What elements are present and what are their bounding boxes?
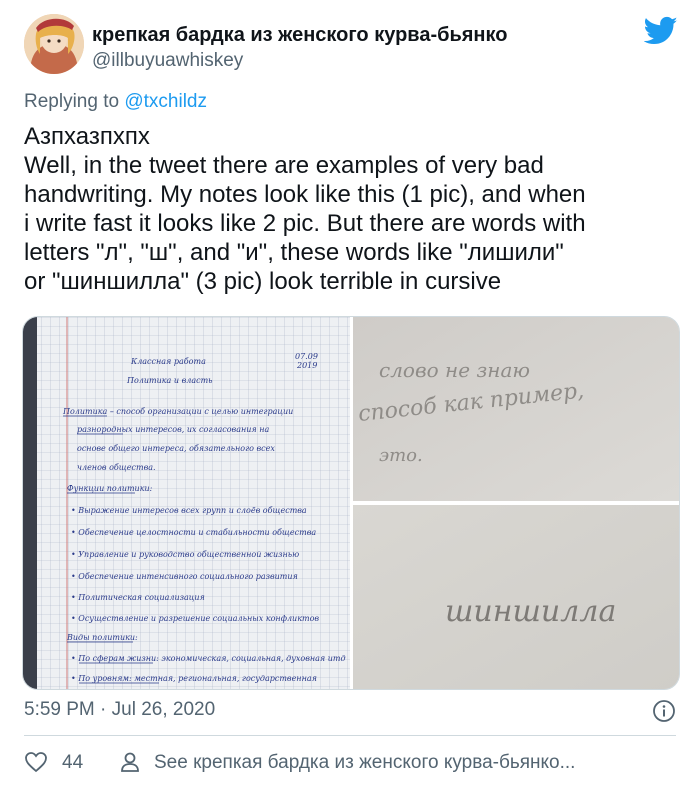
- tweet-text: Азпхазпхпх Well, in the tweet there are …: [24, 122, 684, 296]
- note-line: • По сферам жизни: экономическая, социал…: [71, 654, 346, 663]
- avatar-illustration: [24, 14, 84, 74]
- tweet-header: крепкая бардка из женского курва-бьянко …: [24, 12, 684, 80]
- info-icon[interactable]: [652, 699, 676, 723]
- page-title: Классная работа: [130, 357, 206, 366]
- avatar[interactable]: [24, 14, 84, 74]
- notebook-photo-1[interactable]: 07.09 2019 Классная работа Политика и вл…: [23, 317, 350, 689]
- cursive-paper: слово не знаю способ как пример, это.: [353, 317, 679, 501]
- note-line: • Осуществление и разрешение социальных …: [71, 614, 319, 623]
- see-more-link[interactable]: See крепкая бардка из женского курва-бья…: [154, 752, 575, 774]
- note-line: • Обеспечение интенсивного социального р…: [71, 572, 298, 581]
- note-line: • Управление и руководство общественной …: [71, 550, 299, 559]
- like-count[interactable]: 44: [62, 752, 83, 774]
- divider: [24, 735, 676, 736]
- user-handle[interactable]: @illbuyuawhiskey: [92, 50, 243, 72]
- person-icon[interactable]: [119, 751, 141, 773]
- cursive-line: слово не знаю: [379, 358, 530, 382]
- page-date: 07.09: [295, 352, 318, 361]
- note-line: Функции политики:: [67, 484, 153, 493]
- handwriting-photo-3[interactable]: шиншилла: [353, 505, 679, 689]
- cursive-line: это.: [379, 445, 423, 466]
- note-line: основе общего интереса, обязательного вс…: [77, 444, 275, 453]
- note-line: • Выражение интересов всех групп и слоёв…: [71, 506, 307, 515]
- page-subtitle: Политика и власть: [126, 376, 213, 385]
- display-name[interactable]: крепкая бардка из женского курва-бьянко: [92, 24, 507, 47]
- tweet-line: handwriting. My notes look like this (1 …: [24, 181, 586, 208]
- tweet-footer: 44 See крепкая бардка из женского курва-…: [24, 750, 676, 776]
- page-year: 2019: [296, 361, 317, 370]
- note-line: разнородных интересов, их согласования н…: [77, 425, 269, 434]
- note-line: Виды политики:: [66, 633, 138, 642]
- twitter-bird-icon[interactable]: [644, 16, 678, 46]
- note-line: Политика – способ организации с целью ин…: [62, 407, 293, 416]
- handwriting-photo-2[interactable]: слово не знаю способ как пример, это.: [353, 317, 679, 501]
- replying-prefix: Replying to: [24, 91, 125, 112]
- cursive-word: шиншилла: [445, 594, 616, 629]
- tweet-line: letters "л", "ш", and "и", these words l…: [24, 239, 564, 266]
- tweet-timestamp[interactable]: 5:59 PM · Jul 26, 2020: [24, 699, 215, 721]
- tweet-line: Азпхазпхпх: [24, 123, 150, 150]
- cursive-word-paper: шиншилла: [353, 505, 679, 689]
- tweet-line: or "шиншилла" (3 pic) look terrible in c…: [24, 268, 502, 295]
- media-grid: 07.09 2019 Классная работа Политика и вл…: [22, 316, 680, 690]
- reply-mention-link[interactable]: @txchildz: [124, 91, 207, 112]
- note-line: • Политическая социализация: [71, 593, 205, 602]
- replying-to: Replying to @txchildz: [24, 91, 207, 113]
- note-line: • Обеспечение целостности и стабильности…: [71, 528, 316, 537]
- note-line: • По уровням: местная, региональная, гос…: [71, 674, 317, 683]
- heart-icon[interactable]: [24, 751, 48, 773]
- notebook-page: 07.09 2019 Классная работа Политика и вл…: [23, 317, 350, 689]
- tweet-line: Well, in the tweet there are examples of…: [24, 152, 544, 179]
- tweet-line: i write fast it looks like 2 pic. But th…: [24, 210, 586, 237]
- note-line: членов общества.: [77, 463, 156, 472]
